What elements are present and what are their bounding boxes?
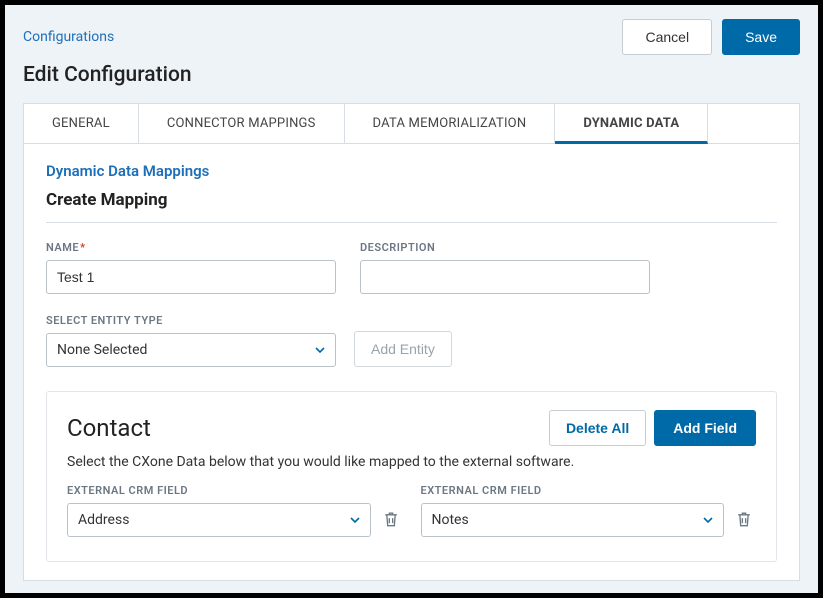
cancel-button[interactable]: Cancel [622, 19, 712, 55]
entity-type-label: SELECT ENTITY TYPE [46, 314, 336, 327]
entity-type-select[interactable]: None Selected [46, 333, 336, 367]
description-label: DESCRIPTION [360, 241, 650, 254]
crm-field-select-2[interactable]: Notes [421, 503, 725, 537]
contact-card-title: Contact [67, 414, 151, 442]
add-field-button[interactable]: Add Field [654, 410, 756, 446]
crm-field-select-1[interactable]: Address [67, 503, 371, 537]
external-crm-label-2: EXTERNAL CRM FIELD [421, 484, 757, 497]
crm-field-value-2: Notes [421, 503, 725, 537]
add-entity-button[interactable]: Add Entity [354, 331, 452, 367]
save-button[interactable]: Save [722, 19, 800, 55]
name-label: NAME [46, 241, 336, 254]
contact-card-description: Select the CXone Data below that you wou… [67, 454, 756, 470]
external-crm-label-1: EXTERNAL CRM FIELD [67, 484, 403, 497]
divider [46, 222, 777, 223]
name-input[interactable] [46, 260, 336, 294]
breadcrumb-configurations[interactable]: Configurations [23, 29, 114, 45]
description-input[interactable] [360, 260, 650, 294]
tab-data-memorialization[interactable]: DATA MEMORIALIZATION [345, 104, 556, 143]
page-title: Edit Configuration [5, 59, 818, 103]
dynamic-data-mappings-link[interactable]: Dynamic Data Mappings [46, 162, 777, 180]
tab-bar: GENERAL CONNECTOR MAPPINGS DATA MEMORIAL… [24, 104, 799, 144]
create-mapping-title: Create Mapping [46, 190, 777, 210]
tab-dynamic-data[interactable]: DYNAMIC DATA [555, 104, 708, 144]
entity-type-value: None Selected [46, 333, 336, 367]
trash-icon[interactable] [734, 509, 756, 531]
tab-connector-mappings[interactable]: CONNECTOR MAPPINGS [139, 104, 345, 143]
crm-field-value-1: Address [67, 503, 371, 537]
delete-all-button[interactable]: Delete All [549, 410, 646, 446]
trash-icon[interactable] [381, 509, 403, 531]
tab-general[interactable]: GENERAL [24, 104, 139, 143]
